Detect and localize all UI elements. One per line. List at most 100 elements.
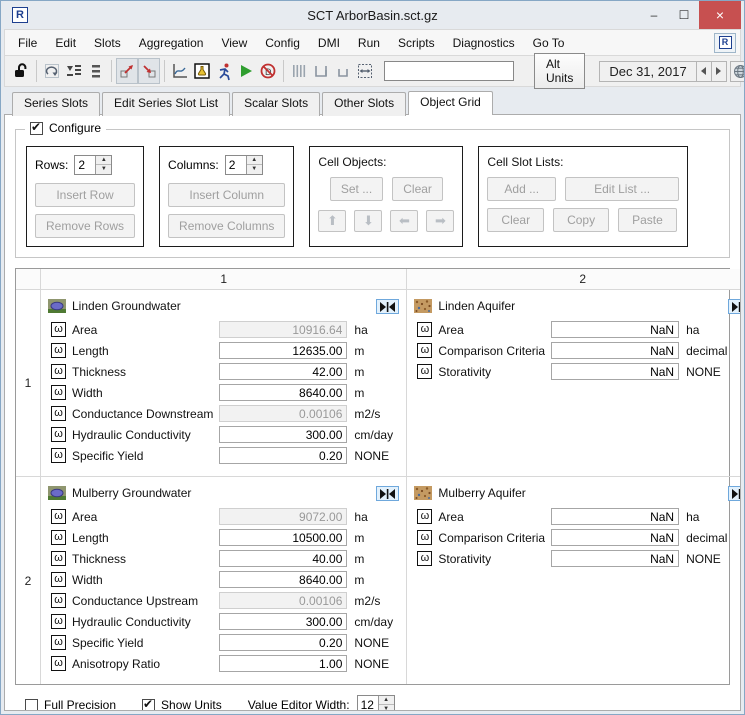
slot-value-input[interactable] [219,384,347,401]
menu-scripts[interactable]: Scripts [389,31,444,55]
minimize-button[interactable]: – [639,1,669,29]
show-units-checkbox[interactable] [142,699,155,712]
collapse-cell-button[interactable] [728,299,741,314]
move-right-button[interactable]: ➡ [426,210,454,232]
slot-value-input[interactable] [219,363,347,380]
slot-value-input[interactable] [219,529,347,546]
collapse-left-button[interactable] [310,58,332,84]
slot-list-button[interactable] [85,58,107,84]
tab-edit-series-slot-list[interactable]: Edit Series Slot List [102,92,230,116]
full-precision-checkbox[interactable] [25,699,38,712]
close-button[interactable]: × [699,1,741,29]
add-slots-button[interactable]: Add ... [487,177,556,201]
maximize-button[interactable]: ☐ [669,1,699,29]
grid-row-header-1[interactable]: 1 [16,290,41,477]
start-run-button[interactable] [235,58,257,84]
slot-value-input[interactable] [219,571,347,588]
remove-columns-button[interactable]: Remove Columns [168,214,285,238]
next-date-button[interactable] [712,61,727,82]
columns-spinner[interactable]: ▲▼ [225,155,263,175]
edit-list-button[interactable]: Edit List ... [565,177,679,201]
slot-value-input[interactable] [219,342,347,359]
import-button[interactable] [138,58,160,84]
remove-rows-button[interactable]: Remove Rows [35,214,135,238]
rows-spinner-input[interactable] [75,156,95,174]
set-object-button[interactable]: Set ... [330,177,383,201]
slot-value-input[interactable] [551,550,679,567]
toolbar-search-input[interactable] [384,61,514,81]
slot-value-input[interactable] [551,529,679,546]
insert-row-button[interactable]: Insert Row [35,183,135,207]
slot-value-input[interactable] [219,634,347,651]
slot-value-input[interactable] [219,655,347,672]
move-left-button[interactable]: ⬅ [390,210,418,232]
tab-object-grid[interactable]: Object Grid [408,91,493,115]
alt-units-button[interactable]: Alt Units [534,53,585,89]
fit-columns-button[interactable] [354,58,376,84]
menu-file[interactable]: File [9,31,46,55]
menu-goto[interactable]: Go To [524,31,574,55]
menu-diagnostics[interactable]: Diagnostics [444,31,524,55]
insert-column-button[interactable]: Insert Column [168,183,285,207]
slot-value-input[interactable] [219,550,347,567]
stop-run-button[interactable]: D [257,58,279,84]
run-control-button[interactable] [213,58,235,84]
slot-value-input[interactable] [219,508,347,525]
slot-value-input[interactable] [219,426,347,443]
goto-date-button[interactable] [730,61,745,82]
tab-other-slots[interactable]: Other Slots [322,92,406,116]
copy-list-button[interactable]: Copy [553,208,609,232]
tab-scalar-slots[interactable]: Scalar Slots [232,92,320,116]
configure-checkbox[interactable] [30,122,43,135]
menu-run[interactable]: Run [349,31,389,55]
menu-view[interactable]: View [212,31,256,55]
columns-spinner-input[interactable] [226,156,246,174]
slot-value-input[interactable] [551,508,679,525]
date-display[interactable]: Dec 31, 2017 [599,61,696,82]
menu-edit[interactable]: Edit [46,31,85,55]
slot-value-input[interactable] [219,321,347,338]
rotate-view-button[interactable] [41,58,63,84]
column-width-button[interactable] [288,58,310,84]
slot-value-input[interactable] [219,592,347,609]
columns-spin-down-icon[interactable]: ▼ [247,165,262,174]
grid-row-header-2[interactable]: 2 [16,477,41,684]
rows-spin-up-icon[interactable]: ▲ [96,156,111,165]
columns-spin-up-icon[interactable]: ▲ [247,156,262,165]
prev-date-button[interactable] [697,61,712,82]
rows-spin-down-icon[interactable]: ▼ [96,165,111,174]
slot-value-input[interactable] [551,321,679,338]
slot-value-input[interactable] [219,447,347,464]
riverware-workspace-button[interactable]: R [714,33,736,53]
plot-button[interactable] [169,58,191,84]
aggregate-rows-button[interactable] [63,58,85,84]
collapse-cell-button[interactable] [376,299,399,314]
value-editor-width-input[interactable] [358,696,378,711]
collapse-cell-button[interactable] [376,486,399,501]
clear-object-button[interactable]: Clear [392,177,443,201]
paste-list-button[interactable]: Paste [618,208,677,232]
move-down-button[interactable]: ⬇ [354,210,382,232]
value-editor-width-spinner[interactable]: ▲▼ [357,695,395,711]
export-button[interactable] [116,58,138,84]
slot-value-input[interactable] [551,363,679,380]
menu-dmi[interactable]: DMI [309,31,349,55]
move-up-button[interactable]: ⬆ [318,210,346,232]
grid-column-header-1[interactable]: 1 [41,269,407,290]
slot-value-input[interactable] [551,342,679,359]
menu-aggregation[interactable]: Aggregation [130,31,213,55]
clear-list-button[interactable]: Clear [487,208,544,232]
width-spin-down-icon[interactable]: ▼ [379,705,394,711]
tab-series-slots[interactable]: Series Slots [12,92,100,116]
collapse-right-button[interactable] [332,58,354,84]
grid-column-header-2[interactable]: 2 [407,269,741,290]
slot-value-input[interactable] [219,405,347,422]
lock-toggle-button[interactable] [10,58,32,84]
menu-config[interactable]: Config [256,31,309,55]
collapse-cell-button[interactable] [728,486,741,501]
slot-value-input[interactable] [219,613,347,630]
snapshot-button[interactable] [191,58,213,84]
width-spin-up-icon[interactable]: ▲ [379,696,394,705]
menu-slots[interactable]: Slots [85,31,130,55]
rows-spinner[interactable]: ▲▼ [74,155,112,175]
